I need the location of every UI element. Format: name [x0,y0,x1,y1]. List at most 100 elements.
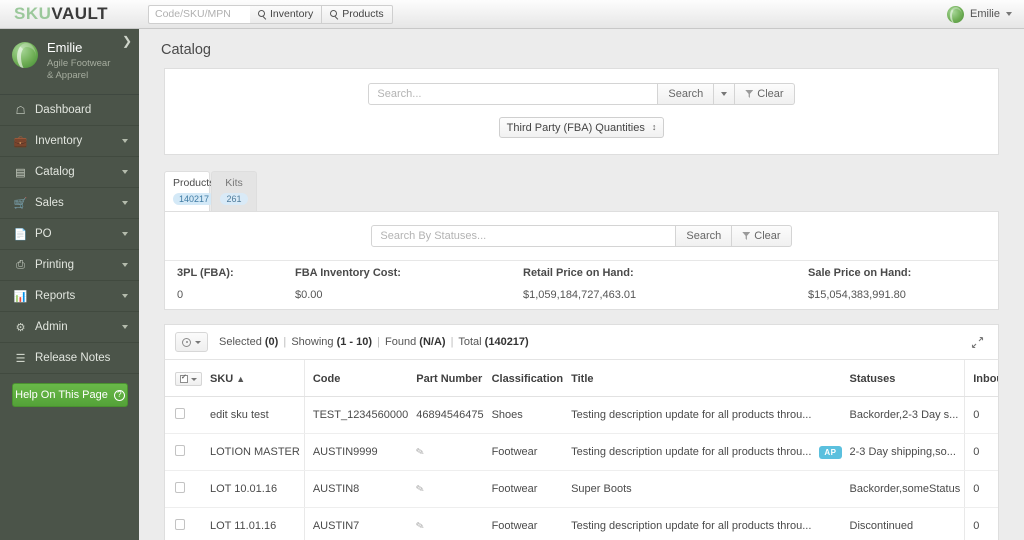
edit-pencil-icon[interactable]: ✎ [415,483,425,496]
gear-icon [182,337,191,347]
sidebar-item-sales[interactable]: 🛒 Sales [0,188,139,219]
grid-settings-button[interactable] [175,332,208,352]
cell-classification: Footwear [487,507,568,540]
row-checkbox[interactable] [175,408,185,419]
column-header-title[interactable]: Title [567,360,846,397]
nav-products-button[interactable]: Products [322,4,393,24]
chevron-down-icon [122,294,128,298]
cell-part-number: ✎ [412,507,488,540]
cell-sku: LOT 11.01.16 [206,507,305,540]
sidebar: Emilie Agile Footwear & Apparel ❯ ☖ Dash… [0,29,139,540]
sidebar-item-inventory[interactable]: 💼 Inventory [0,126,139,157]
sidebar-item-reports[interactable]: 📊 Reports [0,281,139,312]
sort-updown-icon: ↕ [651,122,657,132]
sidebar-item-catalog[interactable]: ▤ Catalog [0,157,139,188]
status-search-input[interactable]: Search By Statuses... [371,225,677,247]
sidebar-item-label: Dashboard [35,104,92,116]
cell-classification: Shoes [487,396,568,434]
column-header-inbound-label: Inbound [973,373,998,385]
column-header-inbound[interactable]: Inboundi [964,360,998,397]
cell-inbound: 0 [964,470,998,508]
home-icon: ☖ [15,104,26,117]
printer-icon: ⎙ [16,258,25,271]
edit-pencil-icon[interactable]: ✎ [415,446,425,459]
status-search-button[interactable]: Search [676,225,733,247]
column-header-part-number[interactable]: Part Number [412,360,488,397]
table-row[interactable]: LOTION MASTER AUSTIN9999 ✎ Footwear Test… [165,433,998,471]
grid-summary: Selected (0) | Showing (1 - 10) | Found … [219,336,529,348]
sidebar-item-printing[interactable]: ⎙ Printing [0,250,139,281]
cell-part-number: ✎ [412,470,488,508]
clear-button[interactable]: Clear [735,83,795,105]
status-clear-button[interactable]: Clear [732,225,792,247]
cell-part-number: ✎ [412,433,488,471]
nav-inventory-button[interactable]: Inventory [250,4,323,24]
cell-badge [815,507,846,540]
chevron-down-icon [195,340,201,344]
row-checkbox[interactable] [175,519,185,530]
products-table-head: SKU▲ Code Part Number Classification Tit… [165,360,998,397]
sort-asc-icon: ▲ [236,374,246,384]
sidebar-item-label: Sales [35,197,64,209]
user-menu[interactable]: Emilie [947,5,1012,23]
tabs: Products 140217 Kits 261 [164,171,999,211]
column-header-statuses[interactable]: Statuses [845,360,965,397]
search-icon [330,10,338,18]
app-root: SKU VAULT Code/SKU/MPN Inventory Products… [0,0,1024,540]
sidebar-item-release-notes[interactable]: ☰ Release Notes [0,343,139,374]
column-header-code[interactable]: Code [303,360,413,397]
cell-badge [815,396,846,434]
table-row[interactable]: LOT 10.01.16 AUSTIN8 ✎ Footwear Super Bo… [165,470,998,508]
stats-header-3pl: 3PL (FBA): [165,260,295,285]
sidebar-profile[interactable]: Emilie Agile Footwear & Apparel ❯ [0,29,139,95]
search-icon [258,10,266,18]
status-search-panel: Search By Statuses... Search Clear 3PL (… [164,211,999,310]
chevron-down-icon [122,232,128,236]
table-row[interactable]: edit sku test TEST_1234560000 4689454647… [165,396,998,434]
expand-grid-icon[interactable] [968,333,986,351]
cell-classification: Footwear [487,433,568,471]
fba-select-row: Third Party (FBA) Quantities ↕ [165,117,998,138]
filter-icon [745,90,754,98]
question-mark-icon: ? [113,389,125,401]
cell-statuses: Discontinued [845,507,965,540]
column-header-sku-label: SKU [210,373,234,385]
tab-kits[interactable]: Kits 261 [211,171,257,211]
logo-sku-text: SKU [14,4,52,23]
cell-code: AUSTIN9999 [303,433,413,471]
file-icon: 📄 [13,228,28,241]
cell-title: Testing description update for all produ… [567,507,816,540]
sidebar-item-admin[interactable]: ⚙ Admin [0,312,139,343]
column-header-sku[interactable]: SKU ▲ [206,360,305,397]
help-on-this-page-button[interactable]: Help On This Page ? [12,383,128,407]
app-logo[interactable]: SKU VAULT [0,4,140,24]
sidebar-expand-icon[interactable]: ❯ [122,35,132,47]
sidebar-item-po[interactable]: 📄 PO [0,219,139,250]
fba-quantities-select[interactable]: Third Party (FBA) Quantities ↕ [498,117,665,138]
row-checkbox[interactable] [175,482,185,493]
sidebar-item-dashboard[interactable]: ☖ Dashboard [0,95,139,126]
edit-pencil-icon[interactable]: ✎ [415,520,425,533]
search-input[interactable]: Search... [368,83,659,105]
table-row[interactable]: LOT 11.01.16 AUSTIN7 ✎ Footwear Testing … [165,507,998,540]
row-checkbox[interactable] [175,445,185,456]
sidebar-item-label: Reports [35,290,76,302]
top-nav: Code/SKU/MPN Inventory Products [148,4,393,24]
select-all-dropdown[interactable] [175,372,202,386]
column-header-classification[interactable]: Classification [487,360,568,397]
search-options-button[interactable] [714,83,736,105]
showing-label: Showing [291,336,334,348]
stats-value-sale: $15,054,383,991.80 [808,289,906,301]
cell-title: Super Boots [567,470,816,508]
search-button[interactable]: Search [658,83,715,105]
global-search-input[interactable]: Code/SKU/MPN [148,4,250,24]
sidebar-item-label: Inventory [35,135,83,147]
total-value: (140217) [484,336,529,348]
tab-products[interactable]: Products 140217 [164,171,216,211]
cell-inbound: 0 [964,396,998,434]
grid-toolbar: Selected (0) | Showing (1 - 10) | Found … [164,324,999,359]
book-icon: ▤ [15,166,26,179]
selected-value: (0) [264,336,279,348]
products-table-panel: SKU▲ Code Part Number Classification Tit… [164,359,999,540]
row-checkbox-cell [165,396,206,434]
